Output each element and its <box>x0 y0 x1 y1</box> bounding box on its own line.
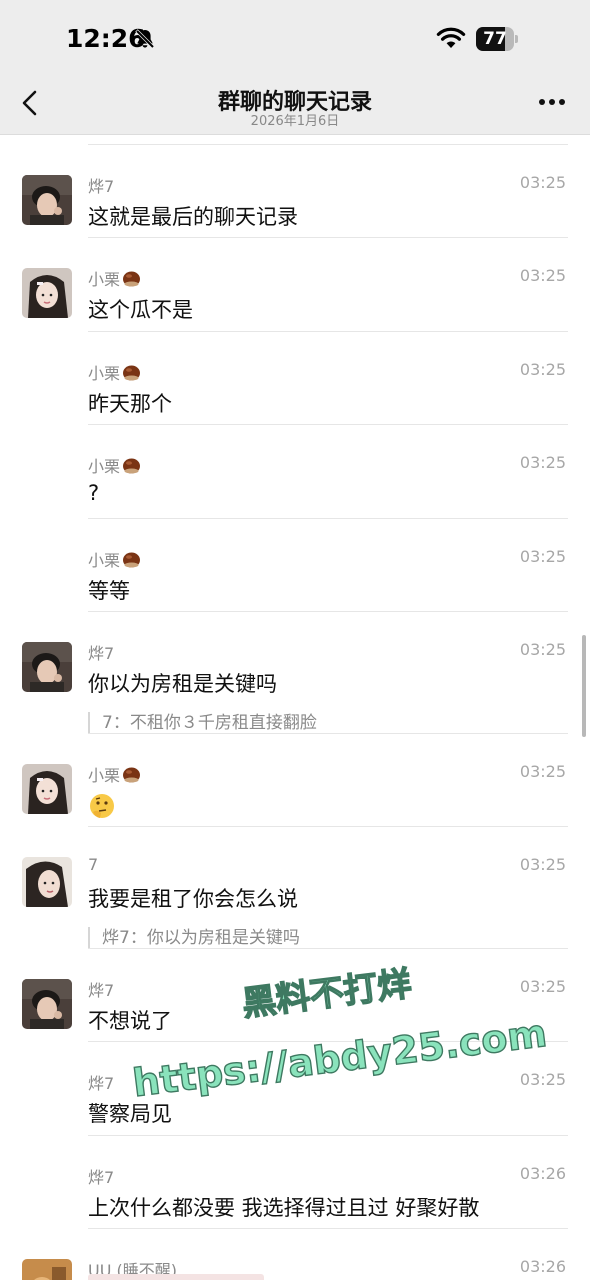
avatar[interactable] <box>22 268 72 318</box>
message-text: 等等 <box>88 579 130 603</box>
message-item[interactable]: 小栗 03:25 <box>0 734 590 827</box>
message-text: 警察局见 <box>88 1102 172 1126</box>
avatar[interactable] <box>22 642 72 692</box>
sender-name: 小栗 <box>88 547 141 571</box>
message-time: 03:25 <box>519 640 566 659</box>
wifi-icon <box>436 27 466 48</box>
chestnut-icon <box>123 365 141 381</box>
chestnut-icon <box>123 458 141 474</box>
message-time: 03:25 <box>519 266 566 285</box>
message-time: 03:25 <box>519 173 566 192</box>
message-text: ? <box>88 481 100 505</box>
more-dots-icon[interactable] <box>538 98 566 106</box>
message-text: 这个瓜不是 <box>88 298 193 322</box>
message-text: 昨天那个 <box>88 392 172 416</box>
message-item[interactable]: 烨7 03:25 这就是最后的聊天记录 <box>0 145 590 238</box>
avatar[interactable] <box>22 979 72 1029</box>
avatar[interactable] <box>22 175 72 225</box>
avatar[interactable] <box>22 1259 72 1280</box>
avatar[interactable] <box>22 764 72 814</box>
message-time: 03:25 <box>519 547 566 566</box>
message-text: 你以为房租是关键吗 <box>88 672 277 696</box>
message-item[interactable]: 烨7 03:25 警察局见 <box>0 1042 590 1136</box>
message-text: 我要是租了你会怎么说 <box>88 887 298 911</box>
message-time: 03:25 <box>519 453 566 472</box>
quoted-message[interactable]: 烨7：你以为房租是关键吗 <box>88 927 300 949</box>
message-text: 不想说了 <box>88 1009 172 1033</box>
chestnut-icon <box>123 271 141 287</box>
sender-name: 烨7 <box>88 1074 115 1093</box>
thinking-face-icon <box>90 794 114 818</box>
nav-bar: 群聊的聊天记录 2026年1月6日 <box>0 78 590 135</box>
message-item[interactable]: 小栗 03:25 昨天那个 <box>0 332 590 425</box>
scrollbar[interactable] <box>582 635 586 737</box>
message-item[interactable]: 烨7 03:25 不想说了 <box>0 949 590 1042</box>
message-item[interactable]: UU.(睡不醒) 03:26 <box>0 1229 590 1280</box>
sender-name: 小栗 <box>88 360 141 384</box>
bell-slash-icon <box>135 29 155 49</box>
chat-record-list[interactable]: 烨7 03:25 这就是最后的聊天记录 小栗 03:25 这个瓜不是 小栗 03:25 昨天那个… <box>0 135 590 1280</box>
message-text: 这就是最后的聊天记录 <box>88 205 298 229</box>
message-item[interactable]: 7 03:25 我要是租了你会怎么说 烨7：你以为房租是关键吗 <box>0 827 590 949</box>
message-time: 03:25 <box>519 360 566 379</box>
message-time: 03:26 <box>519 1164 566 1183</box>
message-time: 03:25 <box>519 762 566 781</box>
sender-name: 烨7 <box>88 177 115 196</box>
chestnut-icon <box>123 767 141 783</box>
sender-name: 烨7 <box>88 644 115 663</box>
sender-name: 7 <box>88 855 99 874</box>
message-time: 03:25 <box>519 855 566 874</box>
sender-name: 小栗 <box>88 453 141 477</box>
sender-name: 烨7 <box>88 1168 115 1187</box>
chestnut-icon <box>123 552 141 568</box>
quoted-message[interactable]: 7：不租你３千房租直接翻脸 <box>88 712 317 734</box>
message-item[interactable]: 烨7 03:25 你以为房租是关键吗 7：不租你３千房租直接翻脸 <box>0 612 590 734</box>
message-item[interactable]: 小栗 03:25 这个瓜不是 <box>0 238 590 332</box>
status-bar: 12:26 77 <box>0 0 590 78</box>
page-subtitle: 2026年1月6日 <box>250 114 340 129</box>
avatar[interactable] <box>22 857 72 907</box>
sender-name: 小栗 <box>88 266 141 290</box>
sender-name: 小栗 <box>88 762 141 786</box>
message-bubble-partial <box>88 1274 264 1280</box>
battery-level: 77 <box>483 29 507 49</box>
message-item[interactable]: 烨7 03:26 上次什么都没要 我选择得过且过 好聚好散 <box>0 1136 590 1229</box>
message-time: 03:26 <box>519 1257 566 1276</box>
message-item[interactable]: 小栗 03:25? <box>0 425 590 519</box>
sender-name: 烨7 <box>88 981 115 1000</box>
battery-indicator: 77 <box>476 27 518 51</box>
message-time: 03:25 <box>519 1070 566 1089</box>
message-text: 上次什么都没要 我选择得过且过 好聚好散 <box>88 1196 480 1220</box>
message-time: 03:25 <box>519 977 566 996</box>
message-item[interactable]: 小栗 03:25 等等 <box>0 519 590 612</box>
